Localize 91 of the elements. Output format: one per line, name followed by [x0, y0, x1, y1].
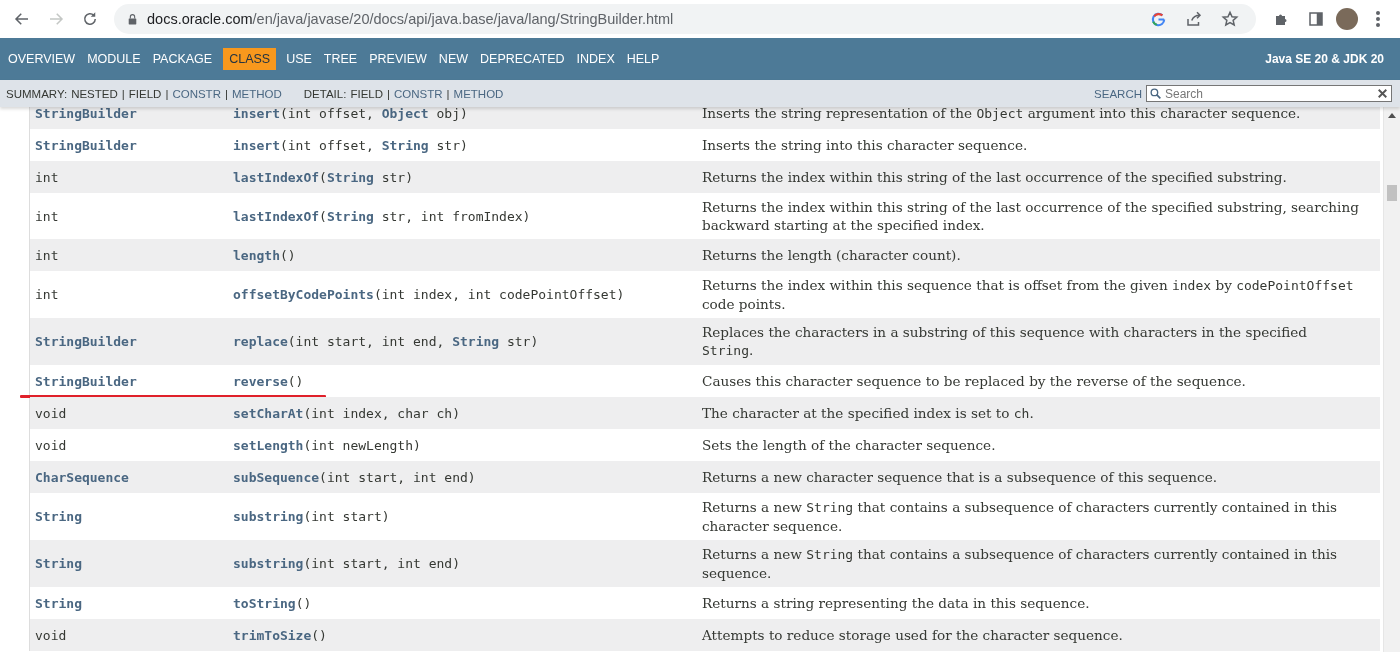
type-link[interactable]: StringBuilder: [30, 368, 228, 394]
method-description: Returns the index within this string of the last occurrence of the specified substring.: [701, 168, 1288, 187]
forward-arrow-icon: [47, 10, 65, 28]
nav-link[interactable]: MODULE: [83, 48, 145, 70]
type-cell-text: int: [34, 168, 60, 187]
type-link[interactable]: StringBuilder: [30, 107, 228, 126]
method-description: Inserts the string into this character sequence.: [701, 136, 1029, 155]
type-link[interactable]: CharSequence: [30, 464, 228, 490]
separator-text: |: [121, 87, 125, 100]
method-signature[interactable]: insert(int offset, Object obj): [228, 107, 698, 126]
nav-link[interactable]: DEPRECATED: [476, 48, 569, 70]
search-icon: [1149, 87, 1162, 100]
type-cell-text: int: [34, 207, 60, 226]
method-signature[interactable]: lastIndexOf(String str, int fromIndex): [228, 203, 698, 229]
method-signature[interactable]: reverse(): [228, 368, 698, 394]
method-description: Returns the index within this sequence that is offset from the given index by codePointOffset code points.: [701, 276, 1355, 314]
nav-link[interactable]: INDEX: [572, 48, 619, 70]
nav-link[interactable]: PREVIEW: [365, 48, 431, 70]
separator-text: |: [224, 87, 228, 100]
type-link[interactable]: String: [30, 504, 228, 529]
type-cell-text: void: [34, 436, 68, 455]
search-label: SEARCH: [1094, 87, 1142, 100]
type-cell-text: int: [34, 286, 60, 304]
search-input[interactable]: Search: [1165, 86, 1373, 101]
star-icon: [1221, 10, 1239, 28]
type-link[interactable]: StringBuilder: [30, 329, 228, 354]
method-signature[interactable]: trimToSize(): [228, 622, 698, 648]
nav-link[interactable]: TREE: [319, 48, 362, 70]
version-title: Java SE 20 & JDK 20: [1265, 52, 1384, 66]
search-field[interactable]: Search: [1146, 85, 1392, 102]
type-link[interactable]: String: [30, 590, 228, 616]
back-arrow-icon: [13, 10, 31, 28]
subnav-label: SUMMARY:: [6, 87, 68, 100]
method-signature[interactable]: toString(): [228, 590, 698, 616]
subnav-text: FIELD: [350, 87, 383, 100]
method-description: Sets the length of the character sequence.: [701, 436, 997, 455]
method-signature[interactable]: replace(int start, int end, String str): [228, 329, 698, 354]
method-description: Returns a new String that contains a subsequence of characters currently contained in this sequence.: [701, 545, 1339, 583]
subnav-link[interactable]: METHOD: [453, 87, 504, 100]
method-signature[interactable]: substring(int start): [228, 504, 698, 529]
method-description: The character at the specified index is set to ch.: [701, 403, 1035, 423]
address-bar[interactable]: docs.oracle.com/en/java/javase/20/docs/api/java.base/java/lang/StringBuilder.html: [114, 4, 1256, 34]
type-cell-text: void: [34, 626, 68, 645]
scroll-up-icon[interactable]: [1388, 113, 1396, 118]
method-signature[interactable]: offsetByCodePoints(int index, int codePointOffset): [228, 282, 698, 307]
kebab-menu-icon: [1376, 11, 1380, 27]
nav-link[interactable]: PACKAGE: [148, 48, 217, 70]
method-description: Returns a new character sequence that is a subsequence of this sequence.: [701, 468, 1219, 487]
profile-avatar[interactable]: [1336, 8, 1358, 30]
type-cell-text: void: [34, 404, 68, 423]
subnav-label: DETAIL:: [303, 87, 347, 100]
type-link[interactable]: StringBuilder: [30, 132, 228, 158]
separator-text: |: [446, 87, 450, 100]
nav-link[interactable]: NEW: [434, 48, 473, 70]
method-signature[interactable]: substring(int start, int end): [228, 551, 698, 576]
method-signature[interactable]: lastIndexOf(String str): [228, 164, 698, 190]
method-description: Inserts the string representation of the Object argument into this character sequence.: [701, 107, 1302, 123]
method-signature[interactable]: length(): [228, 242, 698, 268]
type-link[interactable]: String: [30, 551, 228, 576]
method-signature[interactable]: insert(int offset, String str): [228, 132, 698, 158]
share-icon: [1185, 10, 1203, 28]
close-icon: [1376, 87, 1389, 100]
method-signature[interactable]: setLength(int newLength): [228, 432, 698, 458]
url-text: docs.oracle.com/en/java/javase/20/docs/api/java.base/java/lang/StringBuilder.html: [147, 11, 675, 27]
subnav-text: FIELD: [128, 87, 162, 100]
scrollbar-thumb[interactable]: [1387, 185, 1397, 201]
reload-icon: [81, 10, 99, 28]
google-g-icon: [1149, 10, 1167, 28]
nav-link[interactable]: OVERVIEW: [4, 48, 80, 70]
method-description: Returns the length (character count).: [701, 246, 962, 265]
subnav-link[interactable]: CONSTR: [394, 87, 443, 100]
nav-link[interactable]: HELP: [622, 48, 664, 70]
nav-link[interactable]: USE: [282, 48, 316, 70]
subnav-link[interactable]: CONSTR: [172, 87, 221, 100]
type-cell-text: int: [34, 246, 60, 265]
method-description: Returns a new String that contains a subsequence of characters currently contained in this character sequence.: [701, 498, 1339, 536]
method-description: Attempts to reduce storage used for the character sequence.: [701, 626, 1124, 645]
side-panel-icon: [1307, 10, 1325, 28]
method-description: Returns a string representing the data in this sequence.: [701, 594, 1091, 613]
separator-text: |: [165, 87, 169, 100]
method-description: Replaces the characters in a substring of this sequence with characters in the specified String.: [701, 323, 1308, 360]
separator-text: |: [387, 87, 390, 100]
scrollbar[interactable]: [1383, 107, 1400, 652]
method-description: Causes this character sequence to be replaced by the reverse of the sequence.: [701, 372, 1247, 391]
method-description: Returns the index within this string of the last occurrence of the specified substring, searching backward starting at the specified index.: [701, 198, 1360, 235]
method-signature[interactable]: subSequence(int start, int end): [228, 464, 698, 490]
nav-link[interactable]: CLASS: [223, 48, 277, 70]
lock-icon: [126, 12, 139, 26]
method-signature[interactable]: setCharAt(int index, char ch): [228, 400, 698, 426]
subnav-link[interactable]: METHOD: [231, 87, 282, 100]
subnav-text: NESTED: [71, 87, 118, 100]
